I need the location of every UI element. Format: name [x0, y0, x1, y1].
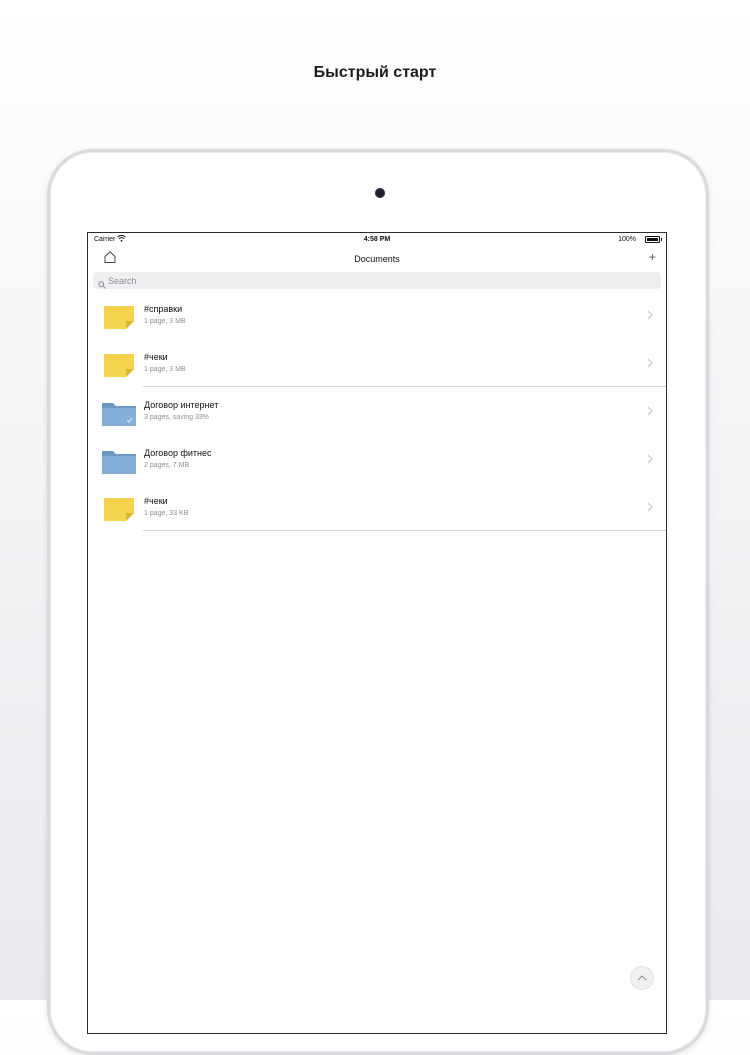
- chevron-right-icon: [644, 500, 656, 512]
- item-title: #чеки: [144, 352, 168, 362]
- status-time: 4:58 PM: [363, 236, 391, 243]
- list-item[interactable]: #чеки 1 page, 3 MB: [88, 339, 666, 387]
- row-separator: [143, 530, 666, 531]
- item-subtitle: 3 pages, saving 33%: [144, 414, 209, 421]
- item-subtitle: 1 page, 33 KB: [144, 510, 189, 517]
- status-bar: Carrier 4:58 PM 100%: [88, 233, 666, 247]
- search-input[interactable]: [108, 272, 648, 289]
- front-camera: [375, 188, 385, 198]
- folder-icon: [102, 400, 136, 426]
- sticky-note-icon: [102, 496, 136, 522]
- chevron-right-icon: [644, 452, 656, 464]
- search-bar[interactable]: [93, 272, 661, 289]
- item-subtitle: 1 page, 3 MB: [144, 318, 186, 325]
- item-subtitle: 1 page, 3 MB: [144, 366, 186, 373]
- promo-headline: Быстрый старт: [313, 64, 437, 81]
- sticky-note-icon: [102, 352, 136, 378]
- list-item[interactable]: Договор фитнес 2 pages, 7 MB: [88, 435, 666, 483]
- folder-icon: [102, 448, 136, 474]
- list-item[interactable]: #чеки 1 page, 33 KB: [88, 483, 666, 531]
- item-subtitle: 2 pages, 7 MB: [144, 462, 190, 469]
- chevron-up-icon: [637, 975, 647, 981]
- chevron-right-icon: [644, 356, 656, 368]
- scroll-to-top-button[interactable]: [630, 966, 654, 990]
- add-button[interactable]: +: [649, 250, 656, 264]
- app-screen: Carrier 4:58 PM 100% Documents + Search …: [87, 232, 667, 1034]
- list-item[interactable]: Договор интернет 3 pages, saving 33%: [88, 387, 666, 435]
- navigation-bar: Documents +: [88, 247, 666, 271]
- battery-percentage: 100%: [618, 236, 636, 243]
- item-title: #справки: [144, 304, 183, 314]
- chevron-right-icon: [644, 404, 656, 416]
- chevron-right-icon: [644, 308, 656, 320]
- page-title: Documents: [354, 254, 400, 264]
- ipad-frame: Carrier 4:58 PM 100% Documents + Search …: [47, 149, 709, 1055]
- list-item[interactable]: #справки 1 page, 3 MB: [88, 291, 666, 339]
- item-title: Договор фитнес: [144, 448, 212, 458]
- documents-list: #справки 1 page, 3 MB #чеки 1 page, 3 MB: [88, 291, 666, 531]
- item-title: #чеки: [144, 496, 168, 506]
- item-title: Договор интернет: [144, 400, 219, 410]
- battery-icon: [645, 236, 662, 243]
- sticky-note-icon: [102, 304, 136, 330]
